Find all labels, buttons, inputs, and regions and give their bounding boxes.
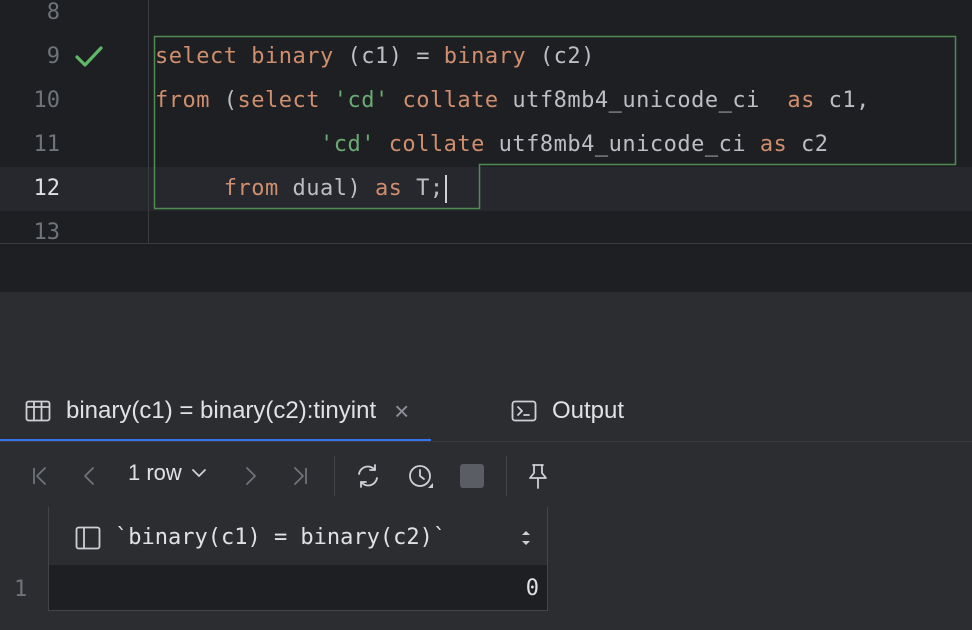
column-header-label: `binary(c1) = binary(c2)` bbox=[115, 525, 447, 550]
results-tabs: binary(c1) = binary(c2):tinyint × Output bbox=[0, 380, 972, 442]
line-number: 12 bbox=[33, 176, 61, 201]
row-count-dropdown[interactable]: 1 row bbox=[128, 460, 208, 486]
stop-icon[interactable] bbox=[454, 458, 490, 494]
code-line: 'cd' collate utf8mb4_unicode_ci as c2 bbox=[319, 132, 829, 157]
editor-line: 8 bbox=[0, 0, 972, 35]
editor-line[interactable]: 11 'cd' collate utf8mb4_unicode_ci as c2 bbox=[0, 123, 972, 167]
line-number: 10 bbox=[33, 88, 61, 113]
tab-result-label: binary(c1) = binary(c2):tinyint bbox=[66, 397, 377, 424]
table-cell[interactable]: 0 bbox=[48, 565, 548, 611]
line-number: 8 bbox=[46, 0, 60, 25]
line-number: 9 bbox=[46, 44, 60, 69]
editor-line[interactable]: 9 select binary (c1) = binary (c2) bbox=[0, 35, 972, 79]
tab-result[interactable]: binary(c1) = binary(c2):tinyint × bbox=[0, 380, 432, 442]
grid-empty-area bbox=[0, 611, 972, 630]
checkmark-icon[interactable] bbox=[74, 45, 104, 69]
sort-icon[interactable] bbox=[519, 527, 533, 549]
column-icon bbox=[75, 526, 101, 550]
results-toolbar: 1 row bbox=[0, 448, 972, 504]
row-number[interactable]: 1 bbox=[0, 565, 46, 611]
chevron-down-icon bbox=[191, 469, 206, 477]
reload-icon[interactable] bbox=[350, 458, 386, 494]
table-row[interactable]: 1 0 bbox=[0, 565, 972, 611]
toolbar-separator bbox=[506, 456, 507, 496]
console-icon bbox=[511, 400, 537, 422]
code-editor[interactable]: 8 9 select binary (c1) = binary (c2) 10 … bbox=[0, 0, 972, 243]
next-page-icon[interactable] bbox=[232, 458, 268, 494]
history-icon[interactable] bbox=[402, 458, 438, 494]
table-icon bbox=[25, 400, 51, 422]
text-caret bbox=[444, 175, 447, 203]
column-header[interactable]: `binary(c1) = binary(c2)` bbox=[48, 507, 548, 565]
tab-output-label: Output bbox=[552, 397, 625, 424]
editor-line-current[interactable]: 12 from dual) as T; bbox=[0, 167, 972, 211]
grid-corner[interactable] bbox=[0, 507, 46, 565]
first-page-icon[interactable] bbox=[22, 458, 58, 494]
tab-output[interactable]: Output bbox=[510, 380, 624, 442]
pin-icon[interactable] bbox=[520, 458, 556, 494]
code-line: from dual) as T; bbox=[155, 167, 447, 211]
line-number: 11 bbox=[33, 132, 61, 157]
prev-page-icon[interactable] bbox=[72, 458, 108, 494]
editor-line: 13 bbox=[0, 211, 972, 243]
row-count-label: 1 row bbox=[128, 460, 182, 485]
close-icon[interactable]: × bbox=[394, 396, 409, 427]
code-line: select binary (c1) = binary (c2) bbox=[155, 44, 595, 69]
line-number: 13 bbox=[33, 220, 61, 243]
editor-line[interactable]: 10 from (select 'cd' collate utf8mb4_uni… bbox=[0, 79, 972, 123]
toolbar-separator bbox=[334, 456, 335, 496]
code-line: from (select 'cd' collate utf8mb4_unicod… bbox=[155, 88, 870, 113]
result-grid: `binary(c1) = binary(c2)` 1 0 bbox=[0, 507, 972, 630]
last-page-icon[interactable] bbox=[282, 458, 318, 494]
editor-bottom-area bbox=[0, 244, 972, 292]
tabs-divider bbox=[0, 441, 972, 442]
